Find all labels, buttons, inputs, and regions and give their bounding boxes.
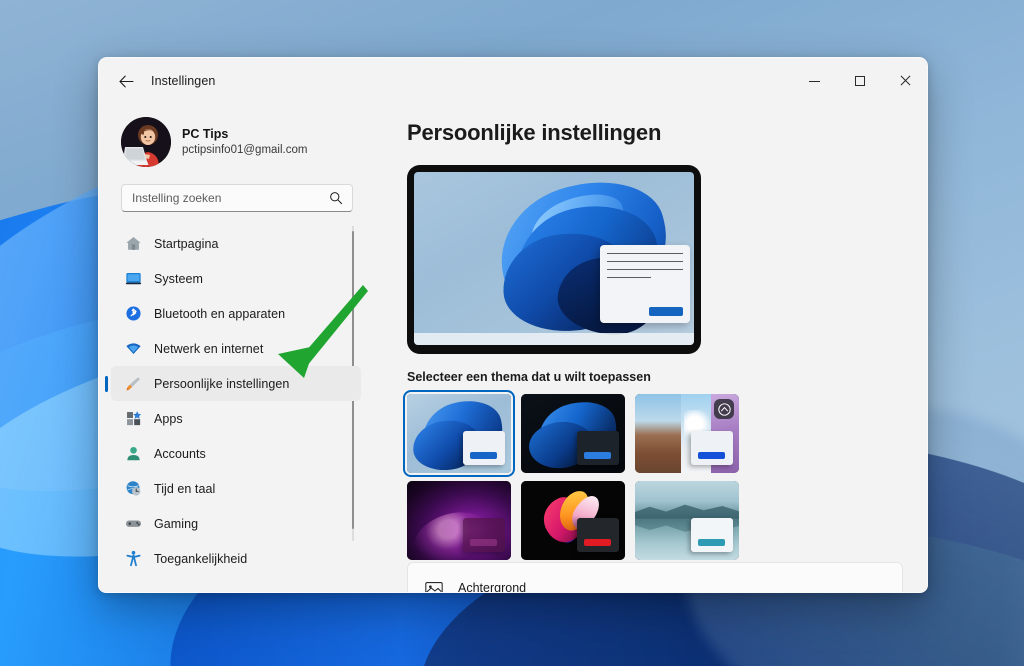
account-name: PC Tips: [182, 127, 307, 143]
avatar[interactable]: [121, 117, 171, 167]
arrow-left-icon: [119, 75, 134, 88]
sidebar-item-label: Gaming: [154, 517, 198, 531]
theme-option-zonsopgang[interactable]: [635, 481, 739, 560]
theme-dialog-preview: [463, 431, 505, 465]
sidebar-item-label: Tijd en taal: [154, 482, 215, 496]
theme-dialog-preview: [577, 431, 619, 465]
sidebar-item-label: Accounts: [154, 447, 206, 461]
settings-card-achtergrond[interactable]: Achtergrond: [407, 562, 903, 592]
sidebar-nav: Startpagina Systeem: [103, 226, 371, 592]
maximize-icon: [855, 76, 865, 86]
sidebar-item-persoonlijke-instellingen[interactable]: Persoonlijke instellingen: [111, 366, 361, 401]
account-text: PC Tips pctipsinfo01@gmail.com: [182, 127, 307, 158]
theme-dialog-preview: [577, 518, 619, 552]
sidebar-item-label: Startpagina: [154, 237, 218, 251]
theme-preview-device: [407, 165, 701, 354]
theme-section-title: Selecteer een thema dat u wilt toepassen: [407, 370, 903, 384]
search-input[interactable]: [122, 185, 352, 211]
sidebar-item-systeem[interactable]: Systeem: [111, 261, 361, 296]
wifi-icon: [125, 340, 142, 357]
page-title: Persoonlijke instellingen: [407, 120, 903, 146]
theme-option-stromen[interactable]: [521, 481, 625, 560]
sidebar-item-apps[interactable]: Apps: [111, 401, 361, 436]
preview-dialog: [600, 245, 690, 323]
window-controls: [792, 58, 927, 104]
theme-option-windows-licht[interactable]: [407, 394, 511, 473]
contrast-icon: [718, 403, 731, 416]
theme-option-windows-donker[interactable]: [521, 394, 625, 473]
theme-option-vangen-in-het-licht[interactable]: [407, 481, 511, 560]
avatar-illustration: [121, 117, 171, 167]
settings-card-label: Achtergrond: [458, 581, 526, 592]
back-button[interactable]: [109, 66, 143, 96]
search-wrapper: [103, 174, 371, 212]
sidebar-item-label: Apps: [154, 412, 183, 426]
accessibility-icon: [125, 550, 142, 567]
theme-dialog-preview: [463, 518, 505, 552]
sidebar-item-tijd-en-taal[interactable]: Tijd en taal: [111, 471, 361, 506]
picture-icon: [424, 578, 444, 592]
sidebar: PC Tips pctipsinfo01@gmail.com: [99, 104, 371, 592]
theme-option-bloei[interactable]: [635, 394, 739, 473]
sidebar-item-label: Bluetooth en apparaten: [154, 307, 285, 321]
theme-dialog-preview: [691, 518, 733, 552]
minimize-icon: [809, 81, 820, 82]
sidebar-item-label: Netwerk en internet: [154, 342, 263, 356]
theme-grid: [407, 394, 903, 560]
apps-grid-icon: [125, 410, 142, 427]
close-icon: [899, 75, 911, 87]
sidebar-item-netwerk[interactable]: Netwerk en internet: [111, 331, 361, 366]
sidebar-item-startpagina[interactable]: Startpagina: [111, 226, 361, 261]
home-icon: [125, 235, 142, 252]
preview-dialog-button: [649, 307, 683, 316]
paintbrush-icon: [125, 375, 142, 392]
desktop-wallpaper: Instellingen: [0, 0, 1024, 666]
app-title: Instellingen: [151, 74, 215, 88]
gamepad-icon: [125, 515, 142, 532]
theme-dialog-preview: [691, 431, 733, 465]
search-box[interactable]: [121, 184, 353, 212]
preview-screen: [414, 172, 694, 345]
sidebar-item-label: Persoonlijke instellingen: [154, 377, 289, 391]
clock-globe-icon: [125, 480, 142, 497]
account-block[interactable]: PC Tips pctipsinfo01@gmail.com: [103, 104, 371, 174]
settings-window: Instellingen: [98, 57, 928, 593]
sidebar-item-accounts[interactable]: Accounts: [111, 436, 361, 471]
contrast-theme-badge: [714, 399, 734, 419]
preview-taskbar: [414, 333, 694, 345]
monitor-icon: [125, 270, 142, 287]
sidebar-item-label: Systeem: [154, 272, 203, 286]
minimize-button[interactable]: [792, 58, 837, 104]
sidebar-item-toegankelijkheid[interactable]: Toegankelijkheid: [111, 541, 361, 576]
title-bar: Instellingen: [99, 58, 927, 104]
maximize-button[interactable]: [837, 58, 882, 104]
sidebar-item-bluetooth[interactable]: Bluetooth en apparaten: [111, 296, 361, 331]
close-button[interactable]: [882, 58, 927, 104]
sidebar-item-gaming[interactable]: Gaming: [111, 506, 361, 541]
main-content: Persoonlijke instellingen: [371, 104, 927, 592]
search-icon: [329, 191, 343, 205]
sidebar-item-label: Toegankelijkheid: [154, 552, 247, 566]
person-icon: [125, 445, 142, 462]
bluetooth-icon: [125, 305, 142, 322]
account-email: pctipsinfo01@gmail.com: [182, 143, 307, 157]
